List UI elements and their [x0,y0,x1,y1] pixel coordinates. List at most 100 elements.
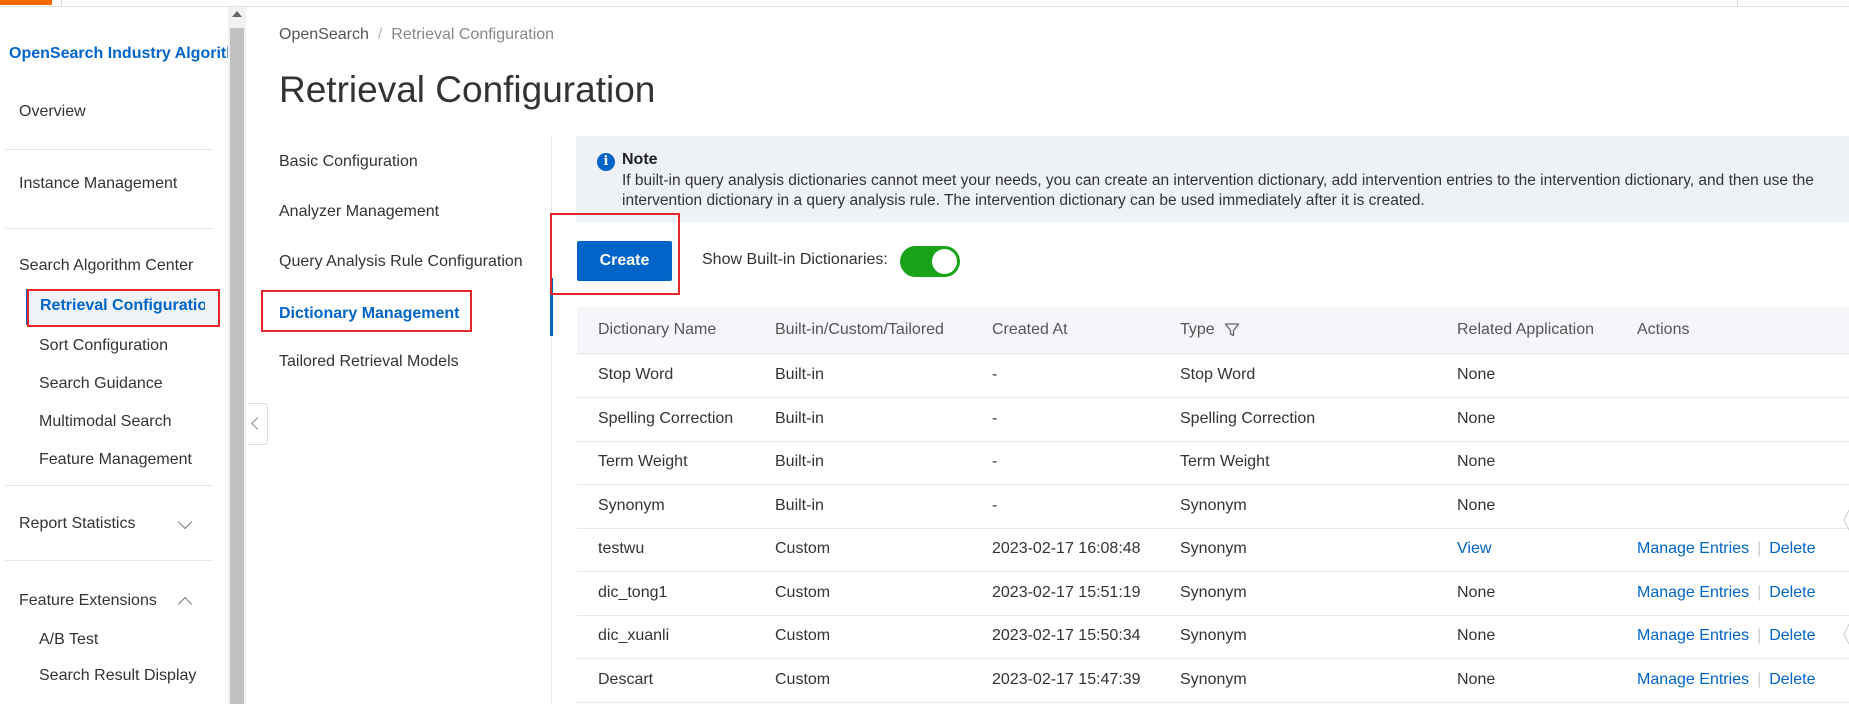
cell-type: Synonym [1180,583,1247,601]
cell-kind: Built-in [775,409,824,427]
cell-created-at: 2023-02-17 16:08:48 [992,540,1141,557]
scroll-up-arrow-icon[interactable] [232,11,242,17]
sidebar-item-feature-management[interactable]: Feature Management [39,451,192,469]
cell-kind: Custom [775,583,831,601]
cell-related-application: None [1457,670,1496,688]
cell-type: Synonym [1180,540,1247,557]
table-row: testwu Custom 2023-02-17 16:08:48 Synonym Vi… [577,528,1849,572]
cell-dictionary-name: dic_tong1 [598,583,668,601]
breadcrumb-separator: / [377,26,383,43]
chevron-down-icon[interactable] [177,514,193,530]
sidebar: OpenSearch Industry Algorithm Edition Ov… [0,7,228,704]
highlight-box [550,213,680,295]
tab-basic-configuration[interactable]: Basic Configuration [279,153,418,171]
cell-related-application[interactable]: View [1457,540,1491,558]
cell-dictionary-name: Descart [598,670,654,688]
cell-dictionary-name: Term Weight [598,453,688,470]
topbar-divider [61,0,62,6]
delete-link[interactable]: Delete [1769,671,1815,688]
cell-related-application: None [1457,366,1496,383]
tab-analyzer-management[interactable]: Analyzer Management [279,203,439,221]
cell-created-at: 2023-02-17 15:50:34 [992,627,1141,644]
delete-link[interactable]: Delete [1769,540,1815,557]
divider [5,228,212,229]
cell-created-at: - [992,496,998,514]
cell-type: Stop Word [1180,366,1256,383]
row-actions: Manage Entries | Delete [1637,584,1815,602]
page-title: Retrieval Configuration [279,69,656,110]
sidebar-item-instance-management[interactable]: Instance Management [19,175,177,193]
cell-created-at: - [992,453,998,470]
tab-query-analysis-rule-configuration[interactable]: Query Analysis Rule Configuration [279,253,523,271]
column-header-type: Type [1180,321,1215,338]
action-separator: | [1757,627,1762,644]
cell-type: Synonym [1180,670,1247,688]
column-header-dictionary-name: Dictionary Name [598,321,717,338]
cell-related-application: None [1457,627,1496,644]
table-row: Stop Word Built-in - Stop Word None [577,354,1849,398]
divider [5,560,212,561]
show-built-in-toggle[interactable] [900,246,960,277]
table-header: Dictionary Name Built-in/Custom/Tailored… [577,307,1849,354]
delete-link[interactable]: Delete [1769,584,1815,601]
manage-entries-link[interactable]: Manage Entries [1637,540,1749,557]
table-row: Spelling Correction Built-in - Spelling Cor… [577,398,1849,442]
column-header-actions: Actions [1637,321,1690,338]
row-actions: Manage Entries | Delete [1637,540,1815,558]
sidebar-item-search-result-display[interactable]: Search Result Display [39,667,196,685]
table-row: dic_xuanli Custom 2023-02-17 15:50:34 Synon… [577,615,1849,659]
delete-link[interactable]: Delete [1769,627,1815,644]
scrollbar-thumb[interactable] [230,28,244,704]
manage-entries-link[interactable]: Manage Entries [1637,584,1749,601]
action-separator: | [1757,583,1762,601]
note-banner: i Note If built-in query analysis dictio… [576,136,1849,222]
highlight-box [261,290,472,332]
cell-type: Spelling Correction [1180,409,1316,427]
cell-kind: Custom [775,670,831,688]
toggle-knob [932,249,957,274]
cell-dictionary-name: Spelling Correction [598,409,734,427]
sidebar-item-search-algorithm-center[interactable]: Search Algorithm Center [19,257,197,275]
sidebar-item-ab-test[interactable]: A/B Test [39,631,98,649]
tab-tailored-retrieval-models[interactable]: Tailored Retrieval Models [279,353,459,371]
manage-entries-link[interactable]: Manage Entries [1637,627,1749,644]
filter-icon[interactable] [1224,322,1240,338]
cell-created-at: 2023-02-17 15:47:39 [992,670,1141,688]
row-actions: Manage Entries | Delete [1637,671,1815,689]
info-circle-icon: i [597,153,615,171]
sidebar-item-sort-configuration[interactable]: Sort Configuration [39,337,168,355]
cell-dictionary-name: testwu [598,540,645,557]
sidebar-item-feature-extensions[interactable]: Feature Extensions [19,592,157,610]
cell-type: Synonym [1180,627,1247,644]
breadcrumb-home[interactable]: OpenSearch [279,26,369,43]
collapse-sidebar-button[interactable] [248,403,268,445]
breadcrumb-current: Retrieval Configuration [391,26,555,43]
column-header-kind: Built-in/Custom/Tailored [775,321,944,338]
chevron-left-icon [251,417,264,430]
cell-type: Term Weight [1180,453,1270,470]
topbar-divider [1737,0,1738,6]
sidebar-item-report-statistics[interactable]: Report Statistics [19,515,135,533]
cell-dictionary-name: Stop Word [598,366,674,383]
cell-kind: Built-in [775,453,824,470]
chevron-up-icon[interactable] [177,596,193,612]
sidebar-item-multimodal-search[interactable]: Multimodal Search [39,413,172,431]
manage-entries-link[interactable]: Manage Entries [1637,671,1749,688]
note-text: If built-in query analysis dictionaries … [622,172,1814,209]
sidebar-item-overview[interactable]: Overview [19,103,86,121]
cell-related-application: None [1457,453,1496,470]
cell-kind: Built-in [775,496,824,514]
breadcrumb: OpenSearch / Retrieval Configuration [279,26,554,44]
cell-created-at: - [992,366,998,383]
cell-type: Synonym [1180,496,1247,514]
cell-related-application: None [1457,496,1496,514]
action-separator: | [1757,670,1762,688]
action-separator: | [1757,540,1762,557]
show-built-in-label: Show Built-in Dictionaries: [702,251,888,268]
column-header-created-at: Created At [992,321,1068,338]
top-bar [0,0,1849,7]
row-actions: Manage Entries | Delete [1637,627,1815,645]
scroll-edge-indicator [1843,509,1849,645]
cell-created-at: - [992,409,998,427]
sidebar-item-search-guidance[interactable]: Search Guidance [39,375,163,393]
